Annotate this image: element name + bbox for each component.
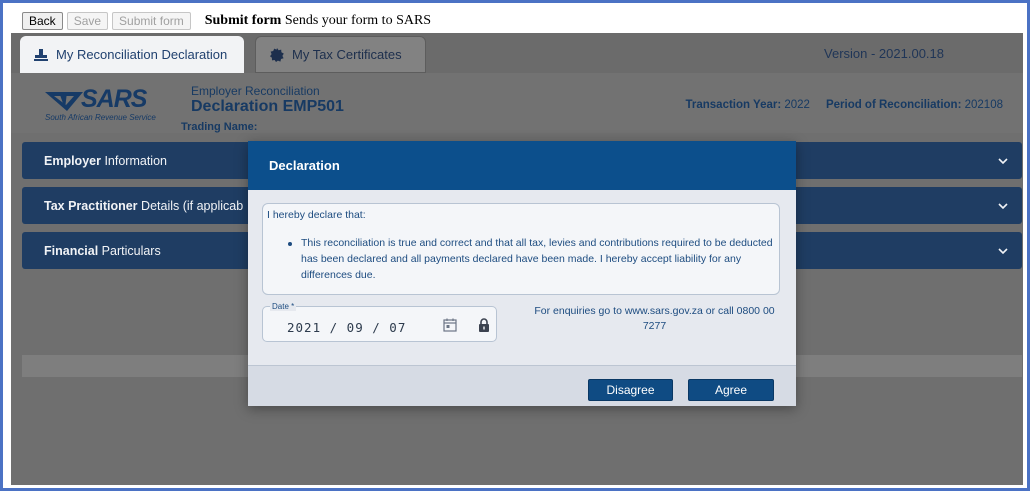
section-label-bold: Employer: [44, 154, 101, 168]
tab-bar: My Reconciliation Declaration My Tax Cer…: [11, 33, 1023, 73]
reconciliation-meta: Transaction Year: 2022 Period of Reconci…: [686, 99, 1004, 111]
dialog-footer: Disagree Agree: [248, 365, 796, 406]
seal-icon: [270, 47, 284, 62]
chevron-down-icon[interactable]: [998, 201, 1008, 211]
disagree-button[interactable]: Disagree: [588, 379, 673, 401]
section-label: Tax Practitioner Details (if applicab: [44, 199, 243, 213]
dialog-title: Declaration: [269, 158, 340, 173]
section-label-rest: Details (if applicab: [137, 199, 244, 213]
declaration-list: This reconciliation is true and correct …: [285, 235, 775, 283]
sars-logo-mark: [45, 92, 83, 111]
sars-logo-tagline: South African Revenue Service: [45, 113, 156, 122]
declaration-item: This reconciliation is true and correct …: [285, 235, 775, 283]
toolbar-note-bold: Submit form: [204, 13, 282, 28]
back-button[interactable]: Back: [22, 12, 63, 30]
transaction-year-value: 2022: [784, 99, 810, 111]
save-button[interactable]: Save: [66, 12, 109, 30]
calendar-icon[interactable]: [443, 318, 457, 332]
period-value: 202108: [964, 99, 1003, 111]
enquiry-info: For enquiries go to www.sars.gov.za or c…: [534, 305, 775, 332]
chevron-down-icon[interactable]: [998, 246, 1008, 256]
tab-my-reconciliation-declaration[interactable]: My Reconciliation Declaration: [20, 36, 244, 73]
stamp-icon: [34, 48, 48, 61]
section-label-bold: Tax Practitioner: [44, 199, 138, 213]
tab-label: My Tax Certificates: [292, 47, 402, 62]
declaration-text-box: I hereby declare that: This reconciliati…: [262, 203, 780, 295]
page-subtitle: Employer Reconciliation: [191, 84, 320, 98]
page-header: SARS South African Revenue Service Emplo…: [11, 73, 1023, 133]
trading-name-label: Trading Name:: [181, 121, 258, 133]
sars-logo-word: SARS: [81, 85, 147, 113]
period-label: Period of Reconciliation:: [825, 99, 962, 111]
submit-form-button[interactable]: Submit form: [112, 12, 191, 30]
date-label: Date *: [270, 302, 297, 311]
declaration-intro: I hereby declare that:: [267, 209, 366, 221]
sars-logo: SARS South African Revenue Service: [45, 85, 177, 126]
date-value[interactable]: 2021 / 09 / 07: [287, 320, 406, 335]
lock-icon: [479, 318, 489, 332]
agree-button[interactable]: Agree: [688, 379, 774, 401]
version-label: Version - 2021.00.18: [824, 46, 944, 61]
dialog-header: Declaration: [248, 141, 796, 190]
transaction-year-label: Transaction Year:: [685, 99, 782, 111]
section-label: Financial Particulars: [44, 244, 161, 258]
date-field[interactable]: Date * 2021 / 09 / 07: [262, 302, 497, 342]
tab-label: My Reconciliation Declaration: [56, 47, 228, 62]
section-label: Employer Information: [44, 154, 167, 168]
page-title: Declaration EMP501: [191, 98, 344, 115]
section-label-rest: Particulars: [98, 244, 161, 258]
section-label-bold: Financial: [44, 244, 99, 258]
toolbar-note-text: Sends your form to SARS: [281, 13, 432, 28]
tab-my-tax-certificates[interactable]: My Tax Certificates: [255, 36, 426, 73]
toolbar-note: Submit form Sends your form to SARS: [205, 13, 431, 29]
chevron-down-icon[interactable]: [998, 156, 1008, 166]
form-toolbar: Back Save Submit form Submit form Sends …: [22, 12, 431, 30]
section-label-rest: Information: [100, 154, 167, 168]
declaration-dialog: Declaration I hereby declare that: This …: [248, 141, 796, 406]
